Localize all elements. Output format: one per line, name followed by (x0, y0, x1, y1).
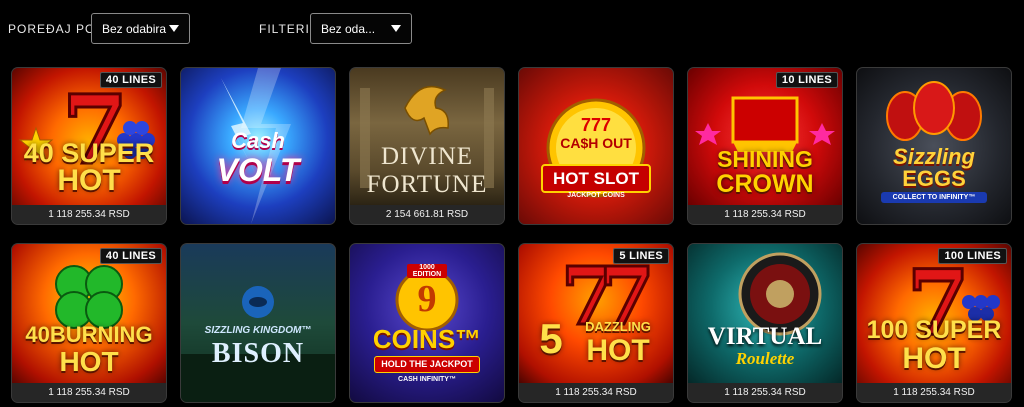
game-title-line1: 9 (417, 278, 437, 320)
game-title-line1: 40 SUPER (23, 138, 155, 168)
game-title-line2: DAZZLING (585, 319, 651, 334)
game-art: 1000 EDITION 9 COINS™ HOLD THE JACKPOT C… (350, 244, 504, 402)
chevron-down-icon (391, 25, 401, 32)
filter-label: FILTERI (259, 22, 310, 36)
game-title-line2: HOT (57, 164, 121, 197)
jackpot-amount: 1 118 255.34 RSD (688, 205, 842, 224)
sort-label: POREĐAJ PO (8, 22, 96, 36)
game-art: SHINING CROWN 10 LINES (688, 68, 842, 205)
bison-icon (181, 286, 335, 402)
game-tile-9-coins[interactable]: 1000 EDITION 9 COINS™ HOLD THE JACKPOT C… (350, 244, 504, 402)
game-art: Sizzling EGGS COLLECT TO INFINITY™ (857, 68, 1011, 224)
lines-badge: 40 LINES (99, 72, 162, 88)
filter-select-value: Bez oda... (321, 21, 376, 36)
edition-badge: 1000 EDITION (407, 264, 447, 278)
game-tile-5-dazzling-hot[interactable]: 7 7 5 DAZZLING HOT 5 LINES 1 118 255.34 … (519, 244, 673, 402)
lines-badge: 5 LINES (613, 248, 669, 264)
game-title-line2: Roulette (735, 349, 795, 368)
jackpot-amount: 1 118 255.34 RSD (12, 383, 166, 402)
game-art: 40BURNING HOT 40 LINES (12, 244, 166, 383)
game-title-line2: EGGS (902, 166, 966, 191)
game-tile-divine-fortune[interactable]: DIVINE FORTUNE 2 154 661.81 RSD (350, 68, 504, 224)
game-tile-hot-slot[interactable]: 777 CA$H OUT HOT SLOT JACKPOT COINS (519, 68, 673, 224)
game-title-line1: DIVINE (380, 143, 474, 170)
chevron-down-icon (169, 25, 179, 32)
game-title-line1: SHINING (717, 146, 813, 172)
game-title-line2: HOT (59, 346, 119, 377)
game-art: SIZZLING KINGDOM™ BISON (181, 244, 335, 402)
lines-badge: 10 LINES (775, 72, 838, 88)
game-title-line1: 40BURNING (25, 322, 153, 347)
game-title-line2: VOLT (216, 152, 300, 188)
lines-badge: 100 LINES (938, 248, 1007, 264)
sort-select-value: Bez odabira (102, 21, 167, 36)
jackpot-amount: 1 118 255.34 RSD (857, 383, 1011, 402)
game-title-line1: VIRTUAL (707, 323, 823, 350)
game-title-line1: Sizzling (893, 144, 975, 169)
game-title-line1: 777 (580, 115, 612, 135)
game-tile-40-super-hot[interactable]: 7 40 SUPER HOT 40 LINES 1 118 255.34 RSD (12, 68, 166, 224)
game-subtitle: COLLECT TO INFINITY™ (881, 192, 987, 203)
game-title-line2: BISON (211, 338, 305, 369)
lines-badge: 40 LINES (99, 248, 162, 264)
game-title-line1: SIZZLING KINGDOM™ (204, 325, 312, 336)
jackpot-amount: 2 154 661.81 RSD (350, 205, 504, 224)
game-subtitle-2: CASH INFINITY™ (398, 376, 456, 383)
game-art: VIRTUAL Roulette (688, 244, 842, 383)
game-title-line2: CROWN (716, 170, 814, 198)
game-subtitle: HOLD THE JACKPOT (374, 356, 480, 373)
game-tile-40-burning-hot[interactable]: 40BURNING HOT 40 LINES 1 118 255.34 RSD (12, 244, 166, 402)
game-tile-sizzling-eggs[interactable]: Sizzling EGGS COLLECT TO INFINITY™ (857, 68, 1011, 224)
game-tile-cash-volt[interactable]: Cash VOLT (181, 68, 335, 224)
game-art: 777 CA$H OUT HOT SLOT JACKPOT COINS (519, 68, 673, 224)
game-title-line2: COINS™ (372, 324, 482, 354)
game-tile-sizzling-kingdom-bison[interactable]: SIZZLING KINGDOM™ BISON (181, 244, 335, 402)
game-tile-shining-crown[interactable]: SHINING CROWN 10 LINES 1 118 255.34 RSD (688, 68, 842, 224)
game-title-line3: HOT SLOT (541, 164, 651, 193)
game-art: 7 7 5 DAZZLING HOT 5 LINES (519, 244, 673, 383)
game-title-line1: Cash (231, 128, 285, 153)
sort-select[interactable]: Bez odabira (91, 13, 190, 44)
game-title-line1: 100 SUPER (866, 316, 1002, 344)
jackpot-amount: 1 118 255.34 RSD (12, 205, 166, 224)
game-art: DIVINE FORTUNE (350, 68, 504, 205)
filter-select[interactable]: Bez oda... (310, 13, 412, 44)
toolbar: POREĐAJ PO Bez odabira FILTERI Bez oda..… (0, 0, 1024, 52)
game-title-line3: HOT (586, 334, 650, 367)
game-title-line2: CA$H OUT (560, 135, 632, 151)
game-subtitle: JACKPOT COINS (567, 192, 625, 199)
game-tile-virtual-roulette[interactable]: VIRTUAL Roulette 1 118 255.34 RSD (688, 244, 842, 402)
game-art: 7 40 SUPER HOT 40 LINES (12, 68, 166, 205)
jackpot-amount: 1 118 255.34 RSD (519, 383, 673, 402)
game-title-line2: FORTUNE (366, 171, 488, 198)
jackpot-amount: 1 118 255.34 RSD (688, 383, 842, 402)
game-art: 7 100 SUPER HOT 100 LINES (857, 244, 1011, 383)
game-tile-100-super-hot[interactable]: 7 100 SUPER HOT 100 LINES 1 118 255.34 R… (857, 244, 1011, 402)
game-art: Cash VOLT (181, 68, 335, 224)
game-title-line2: HOT (902, 342, 966, 375)
